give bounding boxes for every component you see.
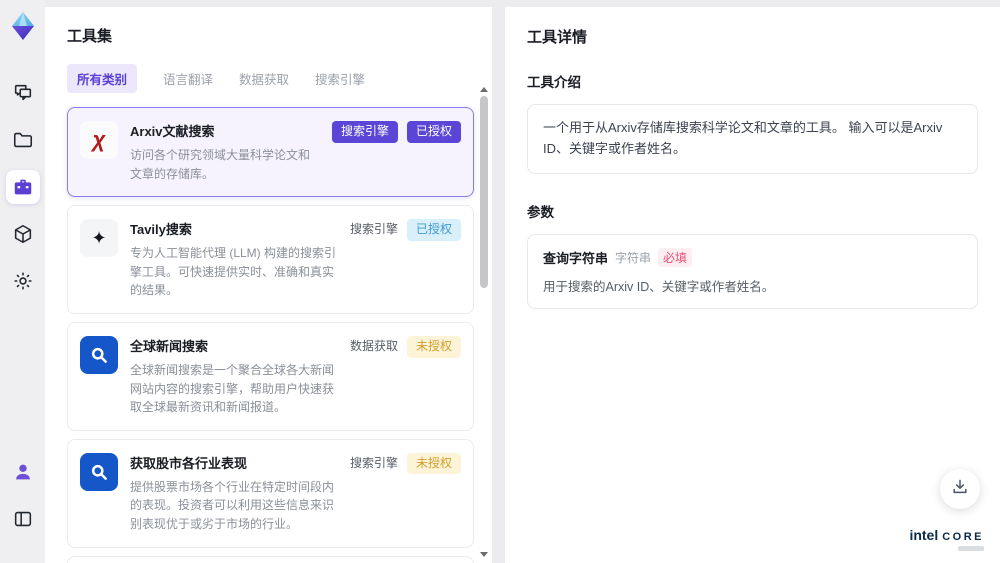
category-tabs: 所有类别 语言翻译 数据获取 搜索引擎 xyxy=(67,64,492,93)
tool-icon xyxy=(80,452,118,491)
intro-heading: 工具介绍 xyxy=(527,75,581,90)
tool-description: 专为人工智能代理 (LLM) 构建的搜索引擎工具。可快速提供实时、准确和真实的结… xyxy=(130,246,337,298)
tool-tags: 搜索引擎 已授权 xyxy=(331,121,461,183)
tool-tags: 搜索引擎 已授权 xyxy=(350,219,461,300)
sidebar-item-panel-toggle[interactable] xyxy=(6,502,40,536)
param-type: 字符串 xyxy=(615,250,652,265)
param-description: 用于搜索的Arxiv ID、关键字或作者姓名。 xyxy=(543,279,775,294)
params-list: 查询字符串 字符串 必填 用于搜索的Arxiv ID、关键字或作者姓名。 xyxy=(527,233,978,309)
sidebar-item-files[interactable] xyxy=(6,123,40,157)
category-tag: 搜索引擎 xyxy=(349,455,398,470)
category-tab[interactable]: 数据获取 xyxy=(239,64,289,93)
tool-card[interactable]: 获取股市各行业表现 提供股票市场各个行业在特定时间段内的表现。投资者可以利用这些… xyxy=(67,438,474,548)
scrollbar-thumb[interactable] xyxy=(480,96,488,288)
app-window: 工具集 所有类别 语言翻译 数据获取 搜索引擎 χ Arxiv文献搜索 访问各个… xyxy=(0,0,1000,563)
tool-icon: χ xyxy=(80,121,118,159)
chat-icon xyxy=(12,82,34,104)
auth-badge: 已授权 xyxy=(406,219,461,241)
tools-panel: 工具集 所有类别 语言翻译 数据获取 搜索引擎 χ Arxiv文献搜索 访问各个… xyxy=(45,7,492,563)
category-tab[interactable]: 语言翻译 xyxy=(163,64,213,93)
tool-title: Arxiv文献搜索 xyxy=(130,124,215,139)
sidebar-item-settings[interactable] xyxy=(6,264,40,298)
app-logo xyxy=(7,10,39,42)
tool-title: 全球新闻搜索 xyxy=(130,338,209,354)
auth-badge: 未授权 xyxy=(406,452,461,475)
param-required-badge: 必填 xyxy=(658,247,693,267)
scrollbar-up-arrow[interactable] xyxy=(480,87,488,92)
param-head: 查询字符串 字符串 必填 xyxy=(543,247,962,267)
params-heading: 参数 xyxy=(527,204,554,220)
tool-description: 提供股票市场各个行业在特定时间段内的表现。投资者可以利用这些信息来识别表现优于或… xyxy=(130,479,335,531)
category-tag: 搜索引擎 xyxy=(349,222,398,237)
brand-underline xyxy=(958,546,984,551)
tool-info: 全球新闻搜索 全球新闻搜索是一个聚合全球各大新闻网站内容的搜索引擎，帮助用户快速… xyxy=(130,336,338,417)
sidebar-rail xyxy=(0,0,45,563)
list-scrollbar[interactable] xyxy=(479,87,489,557)
param-item: 查询字符串 字符串 必填 用于搜索的Arxiv ID、关键字或作者姓名。 xyxy=(527,233,978,309)
tool-icon xyxy=(80,335,118,374)
tool-icon: ✦ xyxy=(80,219,118,258)
folder-icon xyxy=(12,129,34,151)
tool-tags: 搜索引擎 未授权 xyxy=(349,452,461,534)
tool-title: Tavily搜索 xyxy=(130,222,192,238)
param-name: 查询字符串 xyxy=(543,250,609,266)
brand-primary: intel xyxy=(909,527,939,543)
auth-badge: 未授权 xyxy=(406,335,461,358)
tool-info: Arxiv文献搜索 访问各个研究领域大量科学论文和文章的存储库。 xyxy=(130,121,320,183)
sidebar-item-packages[interactable] xyxy=(6,217,40,251)
sidebar-item-toolbox[interactable] xyxy=(5,170,40,204)
brand-secondary: CORE xyxy=(942,531,984,543)
category-tab[interactable]: 所有类别 xyxy=(67,64,138,93)
tool-description: 访问各个研究领域大量科学论文和文章的存储库。 xyxy=(130,148,311,181)
tool-card[interactable]: χ Arxiv文献搜索 访问各个研究领域大量科学论文和文章的存储库。 搜索引擎 … xyxy=(67,107,474,198)
scrollbar-down-arrow[interactable] xyxy=(480,552,488,557)
gear-icon xyxy=(12,270,34,292)
category-tag: 搜索引擎 xyxy=(331,121,398,143)
tool-card[interactable]: ✦ Tavily搜索 专为人工智能代理 (LLM) 构建的搜索引擎工具。可快速提… xyxy=(67,205,474,314)
auth-badge: 已授权 xyxy=(406,121,461,143)
tool-card[interactable]: 全球新闻搜索 全球新闻搜索是一个聚合全球各大新闻网站内容的搜索引擎，帮助用户快速… xyxy=(67,321,474,431)
tool-intro-text: 一个用于从Arxiv存储库搜索科学论文和文章的工具。 输入可以是Arxiv ID… xyxy=(527,104,978,174)
tool-info: Tavily搜索 专为人工智能代理 (LLM) 构建的搜索引擎工具。可快速提供实… xyxy=(130,219,338,300)
sidebar-item-user[interactable] xyxy=(6,455,40,489)
intel-core-logo: intel CORE xyxy=(909,527,984,551)
tool-description: 全球新闻搜索是一个聚合全球各大新闻网站内容的搜索引擎，帮助用户快速获取全球最新资… xyxy=(130,362,335,415)
tool-detail-panel: 工具详情 工具介绍 一个用于从Arxiv存储库搜索科学论文和文章的工具。 输入可… xyxy=(505,7,1000,563)
download-icon xyxy=(950,477,970,502)
cube-icon xyxy=(12,223,34,245)
user-icon xyxy=(12,461,34,483)
category-tag: 数据获取 xyxy=(349,338,398,353)
category-tab[interactable]: 搜索引擎 xyxy=(315,64,365,93)
tool-list: χ Arxiv文献搜索 访问各个研究领域大量科学论文和文章的存储库。 搜索引擎 … xyxy=(67,107,492,563)
tool-info: 获取股市各行业表现 提供股票市场各个行业在特定时间段内的表现。投资者可以利用这些… xyxy=(130,453,338,534)
panel-toggle-icon xyxy=(12,508,34,530)
tool-card[interactable]: 获取市场最活跃股票信息 提供当天交易量最高的股票列表，投资者可以利用这些信息来识… xyxy=(67,555,474,563)
sidebar-item-chat[interactable] xyxy=(6,76,40,110)
tool-tags: 数据获取 未授权 xyxy=(349,335,461,417)
detail-title: 工具详情 xyxy=(527,29,588,46)
tool-title: 获取股市各行业表现 xyxy=(130,455,248,471)
download-button[interactable] xyxy=(940,469,980,509)
page-title: 工具集 xyxy=(67,28,113,45)
toolbox-icon xyxy=(12,176,34,198)
